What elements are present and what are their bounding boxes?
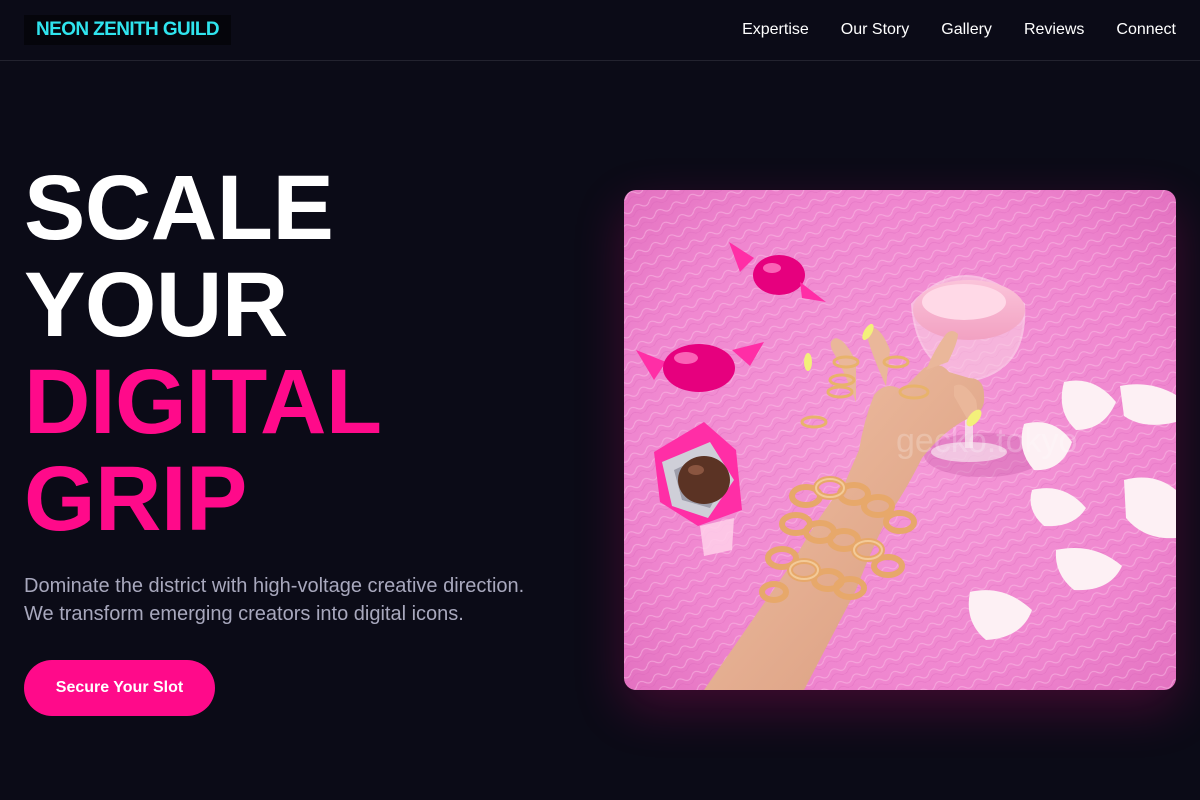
- image-watermark: gecko.tokyo: [896, 422, 1077, 460]
- nav-link-connect[interactable]: Connect: [1116, 21, 1176, 39]
- headline-line-your: YOUR: [24, 254, 288, 356]
- headline-line-digital: DIGITAL: [24, 351, 382, 453]
- brand-logo[interactable]: NEON ZENITH GUILD: [24, 15, 231, 45]
- secure-slot-button[interactable]: Secure Your Slot: [24, 660, 215, 716]
- headline-line-scale: SCALE: [24, 157, 334, 259]
- hero-image: gecko.tokyo: [624, 190, 1176, 690]
- hero-subtext-line-2: We transform emerging creators into digi…: [24, 603, 464, 625]
- hero-subtext-line-1: Dominate the district with high-voltage …: [24, 575, 525, 597]
- main-nav: Expertise Our Story Gallery Reviews Conn…: [742, 0, 1176, 60]
- site-header: NEON ZENITH GUILD Expertise Our Story Ga…: [0, 0, 1200, 61]
- nav-link-our-story[interactable]: Our Story: [841, 21, 909, 39]
- hero-photo-illustration: gecko.tokyo: [624, 190, 1176, 690]
- nav-link-expertise[interactable]: Expertise: [742, 21, 809, 39]
- nav-link-gallery[interactable]: Gallery: [941, 21, 992, 39]
- nav-link-reviews[interactable]: Reviews: [1024, 21, 1084, 39]
- headline-line-grip: GRIP: [24, 448, 247, 550]
- landing-page: NEON ZENITH GUILD Expertise Our Story Ga…: [0, 0, 1200, 800]
- hero-headline: SCALE YOUR DIGITAL GRIP: [24, 160, 584, 548]
- hero-subtext: Dominate the district with high-voltage …: [24, 572, 584, 628]
